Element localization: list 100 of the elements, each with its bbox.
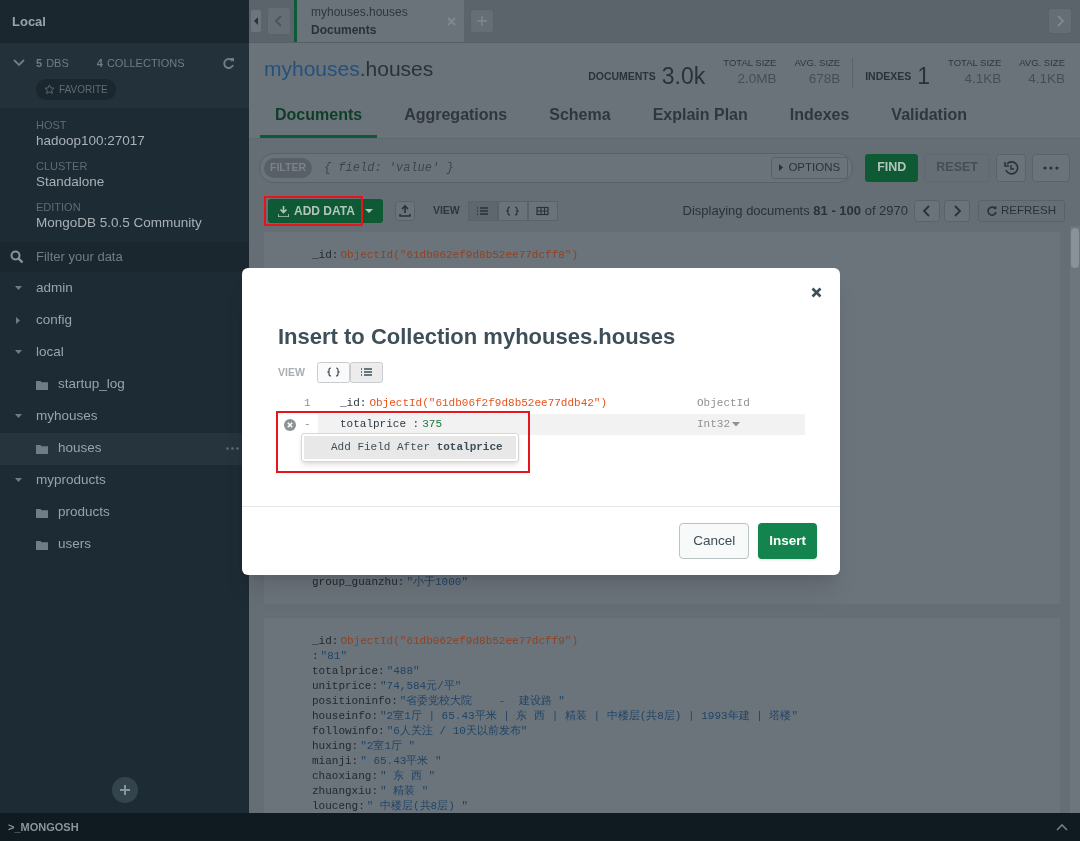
pagination-text: Displaying documents 81 - 100 of 2970 [682,202,909,221]
tab[interactable]: Aggregations [389,95,523,138]
collection-item[interactable]: startup_log [0,368,249,401]
folder-icon [36,443,48,454]
stat-value: 3.0k [661,64,706,88]
info-label: CLUSTER [36,158,89,173]
db-label: DBS [46,56,69,71]
chevron-up-icon[interactable] [1056,823,1068,831]
database-item[interactable]: config [0,304,249,337]
info-label: HOST [36,117,68,132]
search-icon [10,249,24,264]
scrollbar-thumb[interactable] [1071,228,1079,268]
db-count: 5 [36,56,43,71]
info-value: hadoop100:27017 [36,131,146,150]
star-icon [44,83,55,95]
collection-title: myhouses.houses [264,56,434,83]
view-label: VIEW [278,364,305,380]
field-value[interactable]: ObjectId("61db06f2f9d8b52ee77ddb42") [369,395,608,412]
document-field: zhuangxiu: " 精装 " [312,784,1060,799]
add-data-button[interactable]: ADD DATA [268,199,383,223]
filter-field[interactable]: Filter your data [0,241,249,272]
stat-value: 1 [917,64,931,88]
cancel-button[interactable]: Cancel [679,523,750,559]
history-icon[interactable] [996,153,1026,182]
favorite-button[interactable]: FAVORITE [36,78,116,100]
json-view-icon[interactable] [497,201,528,221]
document-field: houseinfo: "2室1厅 | 65.43平米 | 东 西 | 精装 | 中楼层(共8层) | 1993年建 | 塔楼" [312,709,1060,724]
document-field: chaoxiang: " 东 西 " [312,769,1060,784]
table-view-icon[interactable] [527,201,558,221]
type-label[interactable]: Int32 [697,416,805,433]
plus-icon[interactable] [470,9,494,33]
refresh-button[interactable]: REFRESH [978,200,1065,222]
add-database-icon[interactable] [111,777,138,803]
folder-icon [36,379,48,390]
document-field: followinfo: "6人关注 / 10天以前发布" [312,724,1060,739]
document-field: huxing: "2室1厅 " [312,739,1060,754]
stat-label: TOTAL SIZE [948,56,1002,70]
document-field: _id: ObjectId("61db062ef9d8b52ee77dcff8") [312,248,1060,263]
document-field: totalprice: "488" [312,664,1060,679]
tab[interactable]: Validation [876,95,982,138]
close-icon[interactable] [811,287,822,298]
view-label: VIEW [432,203,460,219]
insert-button[interactable]: Insert [758,523,817,559]
folder-icon [36,539,48,550]
info-value: Standalone [36,172,106,191]
tab[interactable]: Schema [534,95,626,138]
tab[interactable]: Indexes [774,95,865,138]
document-field: _id: ObjectId("61db062ef9d8b52ee77dcff9") [312,634,1060,649]
field-value[interactable]: 375 [422,416,443,433]
shell-label[interactable]: >_MONGOSH [8,818,79,836]
stat-label: TOTAL SIZE [723,56,777,70]
filter-input[interactable]: Filter your data [36,246,226,267]
menu-item[interactable]: Add Field After totalprice [304,436,516,459]
caret-down-icon[interactable] [732,422,740,427]
collection-tab[interactable]: myhouses.houses Documents [294,0,464,42]
upload-icon[interactable] [394,201,415,221]
stat-label: AVG. SIZE [794,56,841,70]
field-key[interactable]: _id: [340,395,367,412]
document-field: louceng: " 中楼层(共8层) " [312,799,1060,813]
dialog-title: Insert to Collection myhouses.houses [278,323,677,351]
database-item[interactable]: local [0,336,249,369]
find-button[interactable]: FIND [865,153,919,182]
folder-icon [36,507,48,518]
collection-item[interactable]: users [0,528,249,561]
caret-down-icon [364,208,373,214]
refresh-icon[interactable] [222,56,235,70]
caret-right-icon [779,164,784,171]
collection-label: COLLECTIONS [106,56,185,71]
document-field: group_guanzhu: "小于1000" [312,575,1060,590]
download-icon [278,205,289,217]
line-number: 1 [304,396,311,412]
caret-left-icon[interactable] [251,10,261,32]
stat-label: DOCUMENTS [588,69,656,85]
refresh-icon [987,206,998,216]
more-icon[interactable] [1032,153,1070,182]
prev-page-icon[interactable] [914,200,941,222]
options-button[interactable]: OPTIONS [771,156,849,179]
chevron-down-icon [12,58,26,69]
type-label: ObjectId [697,396,751,412]
document-field: : "81" [312,649,1060,664]
document-field: positioninfo: "省委党校大院 - 建设路 " [312,694,1060,709]
database-item[interactable]: myhouses [0,400,249,433]
stat-label: INDEXES [865,69,912,85]
sidebar-title: Local [0,0,249,43]
field-key[interactable]: totalprice : [340,416,420,433]
document-field: unitprice: "74,584元/平" [312,679,1060,694]
list-view-icon[interactable] [467,201,498,221]
tab[interactable]: Explain Plan [637,95,763,138]
info-label: EDITION [36,199,82,214]
tab-subtitle: Documents [311,22,378,39]
collection-count: 4 [96,56,103,71]
collection-item[interactable]: products [0,496,249,529]
document-field: mianji: " 65.43平米 " [312,754,1060,769]
remove-field-icon[interactable] [284,418,296,431]
line-number: - [304,417,311,433]
database-item[interactable]: admin [0,272,249,305]
next-page-icon[interactable] [944,200,971,222]
tab-namespace: myhouses.houses [311,4,408,21]
info-value: MongoDB 5.0.5 Community [36,213,203,232]
more-icon[interactable] [226,447,239,450]
